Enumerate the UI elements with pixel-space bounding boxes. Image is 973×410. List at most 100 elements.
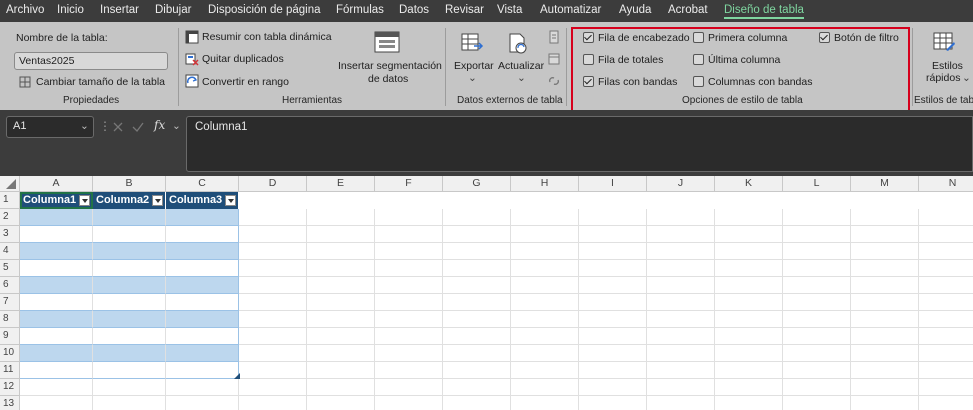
cell[interactable] [647, 243, 715, 260]
confirm-icon[interactable] [132, 121, 144, 133]
menu-revisar[interactable]: Revisar [445, 4, 484, 16]
cell[interactable] [851, 294, 919, 311]
cell[interactable] [511, 345, 579, 362]
menu-disposicion[interactable]: Disposición de página [208, 4, 321, 16]
cell[interactable] [166, 328, 239, 345]
cell[interactable] [166, 209, 239, 226]
menu-ayuda[interactable]: Ayuda [619, 4, 651, 16]
row-header-13[interactable]: 13 [0, 396, 20, 410]
cell[interactable] [375, 396, 443, 410]
cell[interactable] [783, 209, 851, 226]
cell[interactable] [375, 345, 443, 362]
last-column-checkbox[interactable] [693, 54, 704, 65]
resize-table-button[interactable]: Cambiar tamaño de la tabla [36, 76, 165, 88]
cell[interactable] [783, 277, 851, 294]
cell[interactable] [511, 209, 579, 226]
cell[interactable] [93, 362, 166, 379]
cell[interactable] [443, 362, 511, 379]
filter-dropdown-icon[interactable] [79, 195, 90, 206]
cell[interactable] [375, 277, 443, 294]
cell[interactable] [783, 311, 851, 328]
cell[interactable] [647, 260, 715, 277]
row-header-11[interactable]: 11 [0, 362, 20, 379]
cell[interactable] [783, 226, 851, 243]
cell[interactable] [166, 226, 239, 243]
cell[interactable] [166, 362, 239, 379]
cell[interactable] [166, 277, 239, 294]
row-header-12[interactable]: 12 [0, 379, 20, 396]
cell[interactable] [647, 328, 715, 345]
header-row-checkbox[interactable] [583, 32, 594, 43]
column-header-d[interactable]: D [239, 176, 307, 192]
cell[interactable] [647, 226, 715, 243]
column-header-j[interactable]: J [647, 176, 715, 192]
cell[interactable] [443, 294, 511, 311]
cell[interactable] [715, 277, 783, 294]
cell[interactable] [443, 226, 511, 243]
cell[interactable] [375, 243, 443, 260]
name-box-chevron-icon[interactable]: ⌄ [80, 120, 89, 132]
export-button[interactable]: Exportar [454, 60, 494, 72]
refresh-chevron-icon[interactable]: ⌄ [517, 72, 526, 84]
table-header-cell[interactable]: Columna3 [166, 192, 239, 209]
cell[interactable] [20, 311, 93, 328]
column-header-g[interactable]: G [443, 176, 511, 192]
cell[interactable] [511, 226, 579, 243]
open-in-browser-icon[interactable] [548, 52, 560, 66]
cell[interactable] [511, 260, 579, 277]
cell[interactable] [715, 209, 783, 226]
header-row-label[interactable]: Fila de encabezado [598, 32, 690, 44]
row-header-6[interactable]: 6 [0, 277, 20, 294]
cell[interactable] [239, 260, 307, 277]
cell[interactable] [783, 379, 851, 396]
cell[interactable] [375, 226, 443, 243]
banded-columns-label[interactable]: Columnas con bandas [708, 76, 812, 88]
row-header-5[interactable]: 5 [0, 260, 20, 277]
filter-dropdown-icon[interactable] [152, 195, 163, 206]
remove-duplicates-button[interactable]: Quitar duplicados [202, 53, 284, 65]
cell[interactable] [919, 396, 973, 410]
cell[interactable] [919, 328, 973, 345]
cell[interactable] [919, 294, 973, 311]
banded-rows-checkbox[interactable] [583, 76, 594, 87]
filter-button-label[interactable]: Botón de filtro [834, 32, 899, 44]
cell[interactable] [239, 328, 307, 345]
column-header-f[interactable]: F [375, 176, 443, 192]
first-column-checkbox[interactable] [693, 32, 704, 43]
cell[interactable] [239, 396, 307, 410]
cell[interactable] [93, 294, 166, 311]
cell[interactable] [375, 209, 443, 226]
cell[interactable] [647, 277, 715, 294]
table-header-cell[interactable]: Columna1 [20, 192, 93, 209]
cell[interactable] [20, 396, 93, 410]
cell[interactable] [20, 209, 93, 226]
cell[interactable] [579, 396, 647, 410]
column-header-i[interactable]: I [579, 176, 647, 192]
cell[interactable] [307, 294, 375, 311]
column-header-e[interactable]: E [307, 176, 375, 192]
cell[interactable] [851, 260, 919, 277]
cell[interactable] [851, 226, 919, 243]
cell[interactable] [443, 345, 511, 362]
banded-rows-label[interactable]: Filas con bandas [598, 76, 677, 88]
cell[interactable] [20, 362, 93, 379]
menu-formulas[interactable]: Fórmulas [336, 4, 384, 16]
cell[interactable] [166, 311, 239, 328]
cell[interactable] [579, 260, 647, 277]
cell[interactable] [375, 260, 443, 277]
properties-icon[interactable] [548, 30, 560, 44]
cell[interactable] [851, 209, 919, 226]
cell[interactable] [579, 328, 647, 345]
cell[interactable] [511, 243, 579, 260]
cell[interactable] [307, 260, 375, 277]
cell[interactable] [443, 379, 511, 396]
cell[interactable] [715, 260, 783, 277]
column-header-k[interactable]: K [715, 176, 783, 192]
cell[interactable] [647, 362, 715, 379]
cell[interactable] [579, 362, 647, 379]
refresh-button[interactable]: Actualizar [498, 60, 544, 72]
column-header-m[interactable]: M [851, 176, 919, 192]
cell[interactable] [93, 226, 166, 243]
cell[interactable] [239, 209, 307, 226]
cell[interactable] [647, 396, 715, 410]
